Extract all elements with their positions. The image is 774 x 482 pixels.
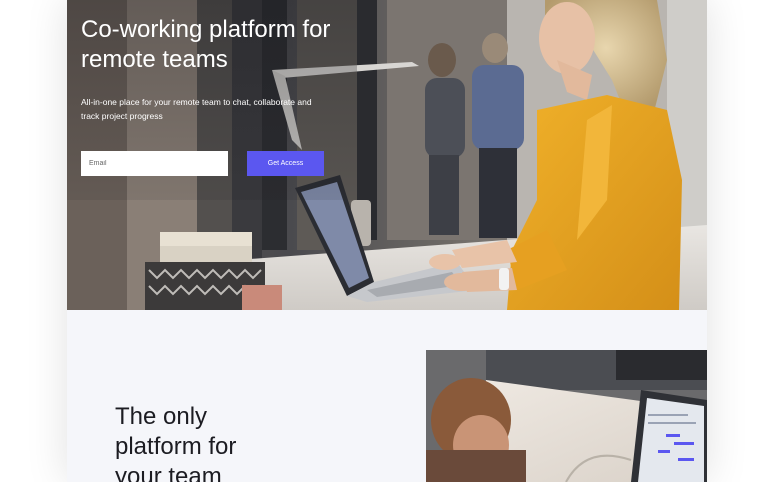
get-access-button[interactable]: Get Access	[247, 151, 324, 176]
landing-page: Co-working platform for remote teams All…	[67, 0, 707, 482]
feature-section: The only platform for your team	[67, 310, 707, 482]
section-title: The only platform for your team	[115, 403, 237, 482]
hero-title: Co-working platform for remote teams	[81, 16, 331, 73]
team-photo-illustration	[426, 350, 707, 482]
hero-subtitle: All-in-one place for your remote team to…	[81, 97, 312, 121]
team-photo	[426, 350, 707, 482]
email-input[interactable]	[81, 151, 228, 176]
hero-section: Co-working platform for remote teams All…	[67, 0, 707, 310]
